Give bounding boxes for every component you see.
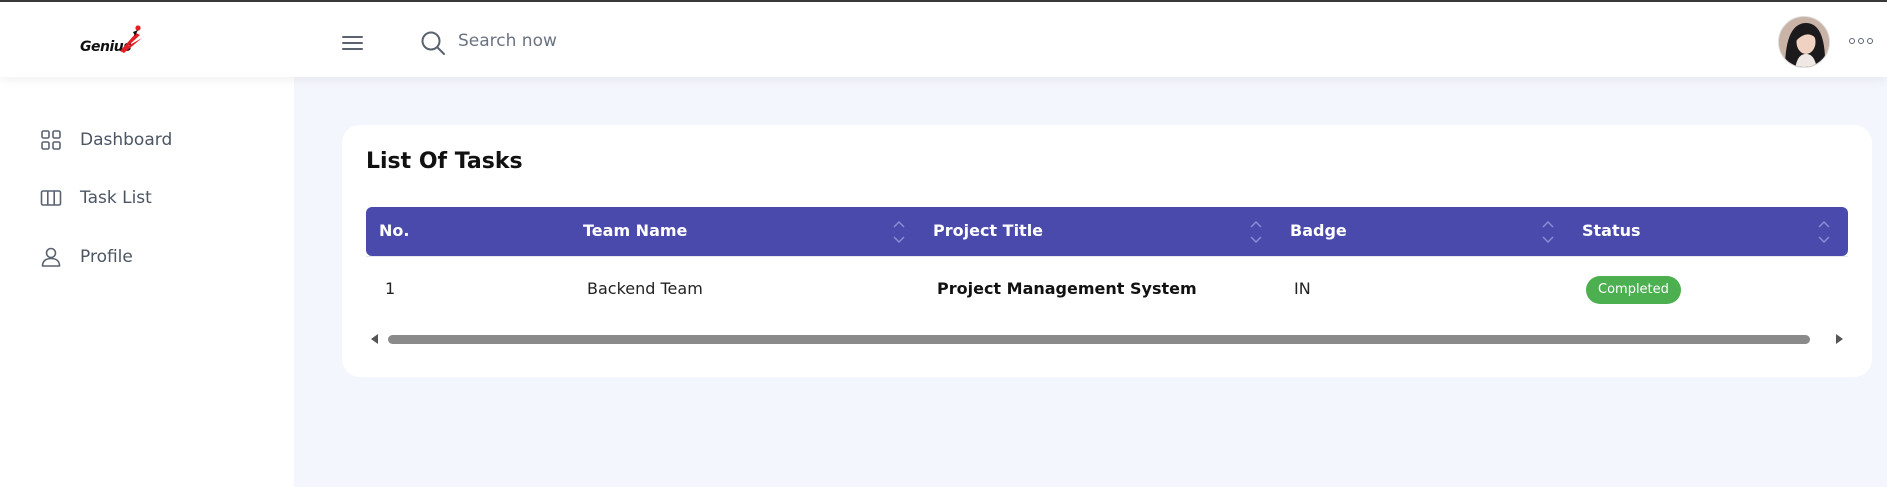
cell-project-title: Project Management System <box>937 279 1197 298</box>
table-row[interactable]: 1 Backend Team Project Management System… <box>366 256 1848 318</box>
sort-icon[interactable] <box>1541 216 1555 248</box>
cell-team-name: Backend Team <box>587 279 703 298</box>
cell-no: 1 <box>385 279 396 298</box>
page-title: List Of Tasks <box>366 149 523 174</box>
more-dots-icon[interactable] <box>1849 38 1875 48</box>
sidebar-item-label: Dashboard <box>80 130 173 150</box>
horizontal-scrollbar[interactable] <box>366 332 1848 346</box>
sidebar-item-profile[interactable]: Profile <box>40 242 133 272</box>
sidebar: Dashboard Task List Profile <box>0 77 294 487</box>
sidebar-item-dashboard[interactable]: Dashboard <box>40 125 172 155</box>
sort-icon[interactable] <box>1249 216 1263 248</box>
scroll-right-arrow-icon[interactable] <box>1834 334 1844 344</box>
brand-logo[interactable]: Genius <box>78 24 148 60</box>
hamburger-icon[interactable] <box>342 33 366 53</box>
columns-icon <box>40 190 62 206</box>
column-header-status[interactable]: Status <box>1582 221 1641 240</box>
sort-icon[interactable] <box>892 216 906 248</box>
table-header: No. Team Name Project Title Badge Status <box>366 207 1848 256</box>
sidebar-item-task-list[interactable]: Task List <box>40 183 152 213</box>
user-icon <box>41 247 61 267</box>
scroll-left-arrow-icon[interactable] <box>370 334 380 344</box>
column-header-project-title[interactable]: Project Title <box>933 221 1043 240</box>
logo-figure-icon <box>120 25 142 53</box>
column-header-badge[interactable]: Badge <box>1290 221 1347 240</box>
search-icon[interactable] <box>420 30 446 56</box>
search-input[interactable] <box>458 26 758 56</box>
column-header-team-name[interactable]: Team Name <box>583 221 687 240</box>
sidebar-item-label: Profile <box>80 247 133 267</box>
status-badge: Completed <box>1586 276 1681 304</box>
avatar-image <box>1779 17 1829 67</box>
scrollbar-thumb[interactable] <box>388 335 1810 344</box>
grid-icon <box>41 130 61 150</box>
top-bar: Genius <box>0 2 1887 77</box>
cell-badge: IN <box>1294 279 1311 298</box>
user-avatar[interactable] <box>1778 16 1830 68</box>
column-header-no[interactable]: No. <box>379 221 409 240</box>
sort-icon[interactable] <box>1817 216 1831 248</box>
sidebar-item-label: Task List <box>80 188 152 208</box>
tasks-card: List Of Tasks No. Team Name Project Titl… <box>342 125 1872 377</box>
